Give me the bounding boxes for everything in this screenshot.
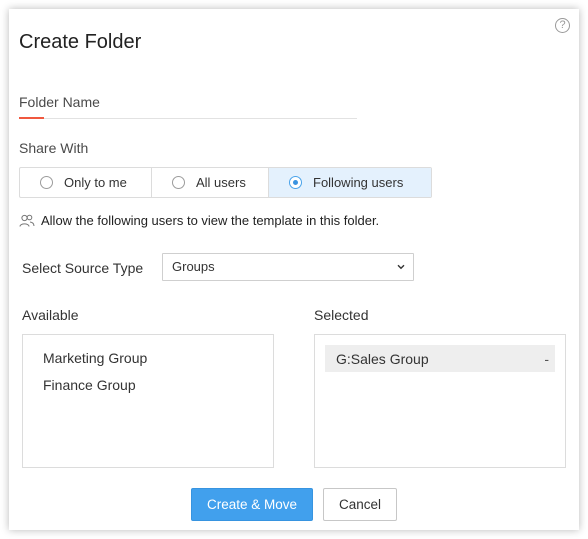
create-and-move-button[interactable]: Create & Move xyxy=(191,488,313,521)
list-item[interactable]: Finance Group xyxy=(23,372,273,399)
available-label: Available xyxy=(22,307,79,323)
available-list[interactable]: Marketing Group Finance Group xyxy=(22,334,274,468)
dialog-title: Create Folder xyxy=(19,31,142,53)
source-type-value: Groups xyxy=(172,259,215,274)
radio-label: Following users xyxy=(313,175,404,190)
cancel-button[interactable]: Cancel xyxy=(323,488,397,521)
selected-list[interactable]: G:Sales Group - xyxy=(314,334,566,468)
folder-name-focus-accent xyxy=(19,117,44,119)
remove-icon[interactable]: - xyxy=(544,351,549,367)
radio-checked-icon[interactable] xyxy=(289,176,302,189)
radio-only-to-me[interactable]: Only to me xyxy=(20,168,152,197)
users-icon xyxy=(19,214,35,227)
share-with-label: Share With xyxy=(19,140,89,156)
radio-following-users[interactable]: Following users xyxy=(269,168,431,197)
help-icon[interactable]: ? xyxy=(555,18,570,33)
selected-label: Selected xyxy=(314,307,369,323)
radio-label: All users xyxy=(196,175,246,190)
info-message: Allow the following users to view the te… xyxy=(19,213,379,228)
folder-name-underline xyxy=(19,118,357,119)
radio-circle-icon[interactable] xyxy=(40,176,53,189)
selected-item-label: G:Sales Group xyxy=(336,350,429,367)
share-with-radio-group: Only to me All users Following users xyxy=(19,167,432,198)
radio-all-users[interactable]: All users xyxy=(152,168,269,197)
folder-name-input[interactable]: Folder Name xyxy=(19,94,100,110)
source-type-label: Select Source Type xyxy=(22,260,144,276)
selected-item[interactable]: G:Sales Group - xyxy=(325,345,555,372)
radio-label: Only to me xyxy=(64,175,127,190)
source-type-select[interactable]: Groups xyxy=(162,253,414,281)
info-text: Allow the following users to view the te… xyxy=(41,213,380,228)
chevron-down-icon xyxy=(397,264,405,270)
radio-circle-icon[interactable] xyxy=(172,176,185,189)
list-item[interactable]: Marketing Group xyxy=(23,345,273,372)
create-folder-dialog: ? Create Folder Folder Name Share With O… xyxy=(9,9,579,530)
